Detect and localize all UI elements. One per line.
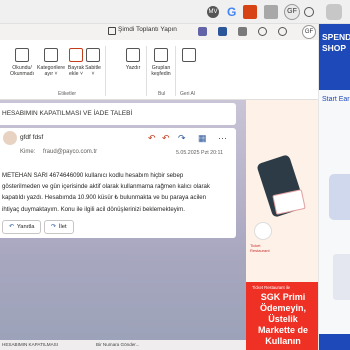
to-line: Kime: fraud@payco.com.tr <box>20 149 98 155</box>
ad-right-image <box>329 174 350 220</box>
sender-name[interactable]: gfdf fdsf <box>20 134 43 141</box>
notes-icon[interactable] <box>238 27 247 36</box>
print-button[interactable]: Yazdır <box>122 48 144 71</box>
forward-button[interactable]: ↷ İlet <box>44 220 74 234</box>
ad-logo-text: Ticket Restaurant <box>250 243 270 253</box>
extension-badge[interactable]: MV <box>207 6 219 18</box>
ad-right-footer <box>319 334 350 350</box>
outlook-header: Şimdi Toplantı Yapın GF <box>0 24 318 40</box>
ad-logo <box>254 222 272 240</box>
ribbon-divider <box>175 46 176 96</box>
forward-arrow-icon: ↷ <box>51 224 56 230</box>
word-icon[interactable] <box>218 27 227 36</box>
window-split-icon[interactable] <box>264 5 278 19</box>
undo-icon <box>182 48 196 62</box>
ribbon-divider <box>105 46 106 96</box>
reply-all-icon[interactable]: ↶ <box>162 133 170 144</box>
ribbon-toolbar: Okundu/ Okunmadı Kategorilere ayır ˅ Bay… <box>0 40 318 100</box>
print-icon <box>126 48 140 62</box>
extension-icon[interactable] <box>243 5 257 19</box>
group-label-tags: Etiketler <box>58 91 77 97</box>
ribbon-divider <box>146 46 147 96</box>
reply-icon[interactable]: ↶ <box>148 133 156 144</box>
ad-right-subtext: Start Earn a quick <box>322 96 350 103</box>
forward-icon[interactable]: ↷ <box>178 133 186 144</box>
envelope-icon <box>15 48 29 62</box>
tag-icon <box>44 48 58 62</box>
bottom-tab-new[interactable]: Bir Numara Gönder... <box>96 342 139 347</box>
settings-icon[interactable] <box>304 7 314 17</box>
pin-icon <box>86 48 100 62</box>
discover-groups-button[interactable]: Gruplan keşfedin <box>148 48 174 77</box>
advertisement-middle[interactable]: Ticket Restaurant Ticket Restaurant ile … <box>246 100 318 350</box>
group-label-undo: Geri Al <box>180 91 196 97</box>
email-card: gfdf fdsf ↶ ↶ ↷ ▦ ⋯ Kime: fraud@payco.co… <box>0 128 236 238</box>
group-label-find: Bul <box>158 91 166 97</box>
recipient-address[interactable]: fraud@payco.com.tr <box>43 149 97 155</box>
pin-button[interactable]: Sabitle ˅ <box>84 48 102 77</box>
account-avatar[interactable]: GF <box>302 25 316 39</box>
groups-icon <box>154 48 168 62</box>
extension-ad-icon[interactable] <box>326 4 342 20</box>
video-call-icon[interactable] <box>108 27 116 35</box>
ad-right-image-2 <box>333 254 350 300</box>
advertisement-right[interactable]: SPEND UP TO SHOP Start Earn a quick <box>318 24 350 350</box>
google-icon[interactable]: G <box>227 5 241 19</box>
flag-icon <box>69 48 83 62</box>
reply-arrow-icon: ↶ <box>9 224 14 230</box>
flag-button[interactable]: Bayrak ekle ˅ <box>66 48 86 77</box>
categorize-button[interactable]: Kategorilere ayır ˅ <box>36 48 66 77</box>
more-icon[interactable]: ⋯ <box>218 133 227 144</box>
email-subject: HESABIMIN KAPATILMASI VE İADE TALEBİ <box>2 110 133 117</box>
email-body: METEHAN SARI 4674646090 kullanıcı kodlu … <box>2 172 210 213</box>
bell-icon[interactable] <box>258 27 267 36</box>
subject-bar: HESABIMIN KAPATILMASI VE İADE TALEBİ <box>0 103 236 125</box>
browser-toolbar: MV G GF <box>0 0 350 24</box>
mark-read-button[interactable]: Okundu/ Okunmadı <box>8 48 36 77</box>
bottom-tab-draft[interactable]: HESABIMIN KAPATILMASI <box>2 342 58 347</box>
ad-right-headline: SPEND UP TO SHOP <box>322 32 350 53</box>
grid-icon[interactable]: ▦ <box>198 133 207 144</box>
reply-button[interactable]: ↶ Yanıtla <box>2 220 42 234</box>
help-icon[interactable] <box>278 27 287 36</box>
email-date: 5.05.2025 Pzt 20:11 <box>176 150 224 156</box>
teams-icon[interactable] <box>198 27 207 36</box>
meet-now-button[interactable]: Şimdi Toplantı Yapın <box>118 26 177 33</box>
browser-profile-avatar[interactable]: GF <box>284 4 300 20</box>
undo-button[interactable] <box>180 48 198 65</box>
sender-avatar[interactable] <box>3 131 17 145</box>
ad-small-text: Ticket Restaurant ile <box>252 285 291 290</box>
ad-headline: SGK Primi Ödemeyin, Üstelik Markette de … <box>257 292 309 346</box>
